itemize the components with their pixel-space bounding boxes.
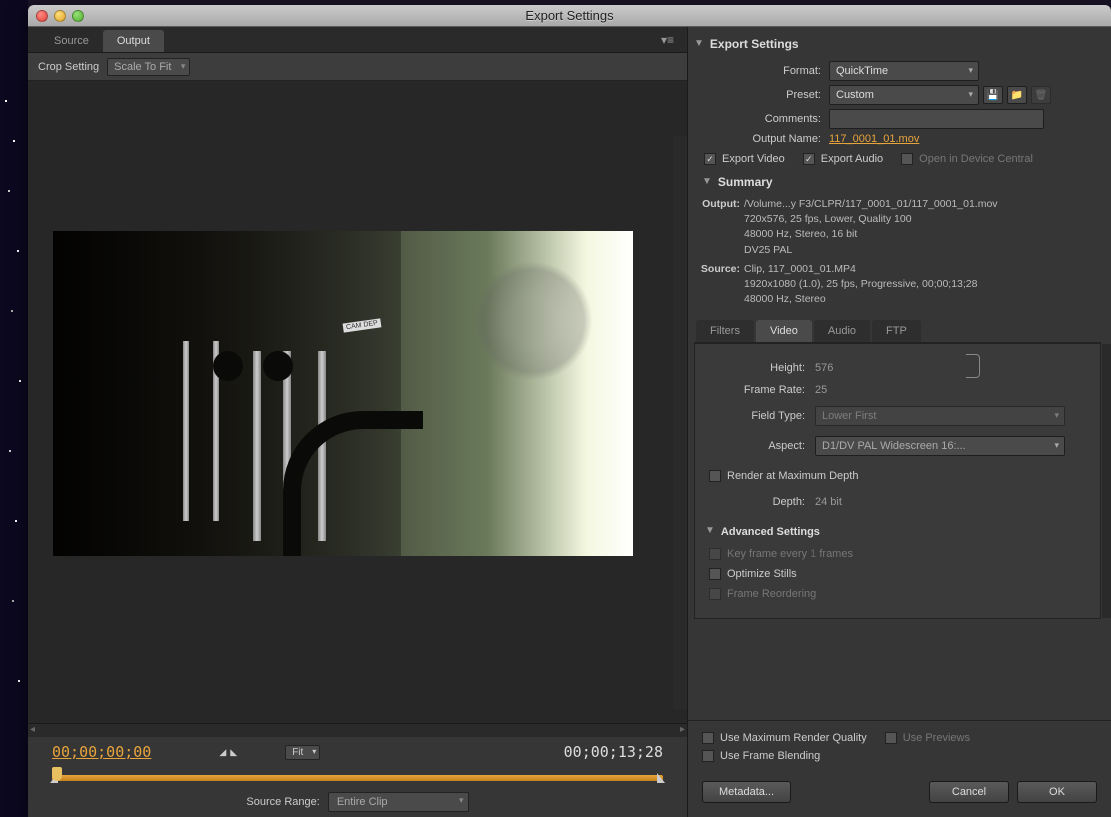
frame-rate-label: Frame Rate: xyxy=(705,384,815,396)
titlebar[interactable]: Export Settings xyxy=(28,5,1111,27)
preview-scrollbar-h[interactable] xyxy=(28,723,687,737)
field-type-select: Lower First xyxy=(815,406,1065,426)
optimize-stills-checkbox[interactable] xyxy=(709,568,721,580)
keyframe-label: Key frame every 1 frames xyxy=(727,548,853,560)
tab-output[interactable]: Output xyxy=(103,30,164,52)
delete-preset-icon: 🗑 xyxy=(1031,86,1051,104)
frame-reordering-checkbox xyxy=(709,588,721,600)
tab-source[interactable]: Source xyxy=(40,30,103,52)
link-dimensions-icon[interactable] xyxy=(966,354,980,378)
video-preview[interactable]: CAM DEP xyxy=(28,81,687,723)
metadata-button[interactable]: Metadata... xyxy=(702,781,791,803)
frame-blending-label: Use Frame Blending xyxy=(720,750,820,762)
aspect-select[interactable]: D1/DV PAL Widescreen 16:... xyxy=(815,436,1065,456)
tab-ftp[interactable]: FTP xyxy=(872,320,921,342)
output-name-label: Output Name: xyxy=(694,133,829,145)
summary-output-value: /Volume...y F3/CLPR/117_0001_01/117_0001… xyxy=(744,197,1101,258)
twirl-down-icon: ▼ xyxy=(702,176,712,187)
use-previews-checkbox xyxy=(885,732,897,744)
crop-setting-label: Crop Setting xyxy=(38,61,99,73)
import-preset-icon[interactable]: 📁 xyxy=(1007,86,1027,104)
field-type-label: Field Type: xyxy=(705,410,815,422)
height-value[interactable]: 576 xyxy=(815,362,833,374)
comments-label: Comments: xyxy=(694,113,829,125)
out-point-handle[interactable] xyxy=(657,773,665,783)
max-render-quality-label: Use Maximum Render Quality xyxy=(720,732,867,744)
summary-source-value: Clip, 117_0001_01.MP4 1920x1080 (1.0), 2… xyxy=(744,262,1101,308)
timeline[interactable] xyxy=(52,769,663,781)
video-settings: Height: 576 Frame Rate: 25 Field Type: L… xyxy=(694,343,1101,619)
video-settings-scrollbar[interactable] xyxy=(1102,344,1111,618)
output-name-link[interactable]: 117_0001_01.mov xyxy=(829,133,919,145)
settings-panel: ▼ Export Settings Format: QuickTime Pres… xyxy=(688,27,1111,817)
timecode-in[interactable]: 00;00;00;00 xyxy=(52,743,151,761)
source-range-select[interactable]: Entire Clip xyxy=(328,792,469,812)
export-audio-checkbox[interactable] xyxy=(803,153,815,165)
render-max-depth-checkbox[interactable] xyxy=(709,470,721,482)
use-previews-label: Use Previews xyxy=(903,732,970,744)
aspect-label: Aspect: xyxy=(705,440,815,452)
preview-scrollbar-v[interactable] xyxy=(673,136,687,709)
window-title: Export Settings xyxy=(28,8,1111,23)
save-preset-icon[interactable]: 💾 xyxy=(983,86,1003,104)
cancel-button[interactable]: Cancel xyxy=(929,781,1009,803)
ok-button[interactable]: OK xyxy=(1017,781,1097,803)
format-label: Format: xyxy=(694,65,829,77)
comments-input[interactable] xyxy=(829,109,1044,129)
max-render-quality-checkbox[interactable] xyxy=(702,732,714,744)
preview-panel: Source Output ▾≡ Crop Setting Scale To F… xyxy=(28,27,688,817)
preset-select[interactable]: Custom xyxy=(829,85,979,105)
device-central-checkbox xyxy=(901,153,913,165)
format-select[interactable]: QuickTime xyxy=(829,61,979,81)
keyframe-checkbox xyxy=(709,548,721,560)
export-settings-window: Export Settings Source Output ▾≡ Crop Se… xyxy=(28,5,1111,817)
export-audio-label: Export Audio xyxy=(821,153,883,165)
frame-rate-value[interactable]: 25 xyxy=(815,384,827,396)
frame-blending-checkbox[interactable] xyxy=(702,750,714,762)
render-max-depth-label: Render at Maximum Depth xyxy=(727,470,858,482)
summary-heading[interactable]: ▼ Summary xyxy=(694,169,1101,195)
mark-out-icon[interactable]: ◣ xyxy=(230,747,237,758)
export-settings-heading[interactable]: ▼ Export Settings xyxy=(694,31,1101,57)
crop-setting-select[interactable]: Scale To Fit xyxy=(107,58,190,76)
zoom-fit-select[interactable]: Fit xyxy=(285,745,320,760)
twirl-down-icon: ▼ xyxy=(694,38,704,49)
export-video-checkbox[interactable] xyxy=(704,153,716,165)
summary-source-label: Source: xyxy=(700,262,744,277)
frame-reordering-label: Frame Reordering xyxy=(727,588,816,600)
depth-label: Depth: xyxy=(705,496,815,508)
tab-video[interactable]: Video xyxy=(756,320,812,342)
device-central-label: Open in Device Central xyxy=(919,153,1033,165)
height-label: Height: xyxy=(705,362,815,374)
timecode-out: 00;00;13;28 xyxy=(564,743,663,761)
tab-filters[interactable]: Filters xyxy=(696,320,754,342)
summary-output-label: Output: xyxy=(700,197,744,212)
tab-audio[interactable]: Audio xyxy=(814,320,870,342)
depth-value: 24 bit xyxy=(815,496,842,508)
source-range-label: Source Range: xyxy=(246,796,319,808)
playhead[interactable] xyxy=(52,767,62,781)
mark-in-icon[interactable]: ◢ xyxy=(219,747,226,758)
export-video-label: Export Video xyxy=(722,153,785,165)
optimize-stills-label: Optimize Stills xyxy=(727,568,797,580)
preset-label: Preset: xyxy=(694,89,829,101)
twirl-down-icon: ▼ xyxy=(705,525,715,536)
panel-menu-icon[interactable]: ▾≡ xyxy=(656,30,679,50)
advanced-settings-heading[interactable]: ▼ Advanced Settings xyxy=(705,518,1090,544)
